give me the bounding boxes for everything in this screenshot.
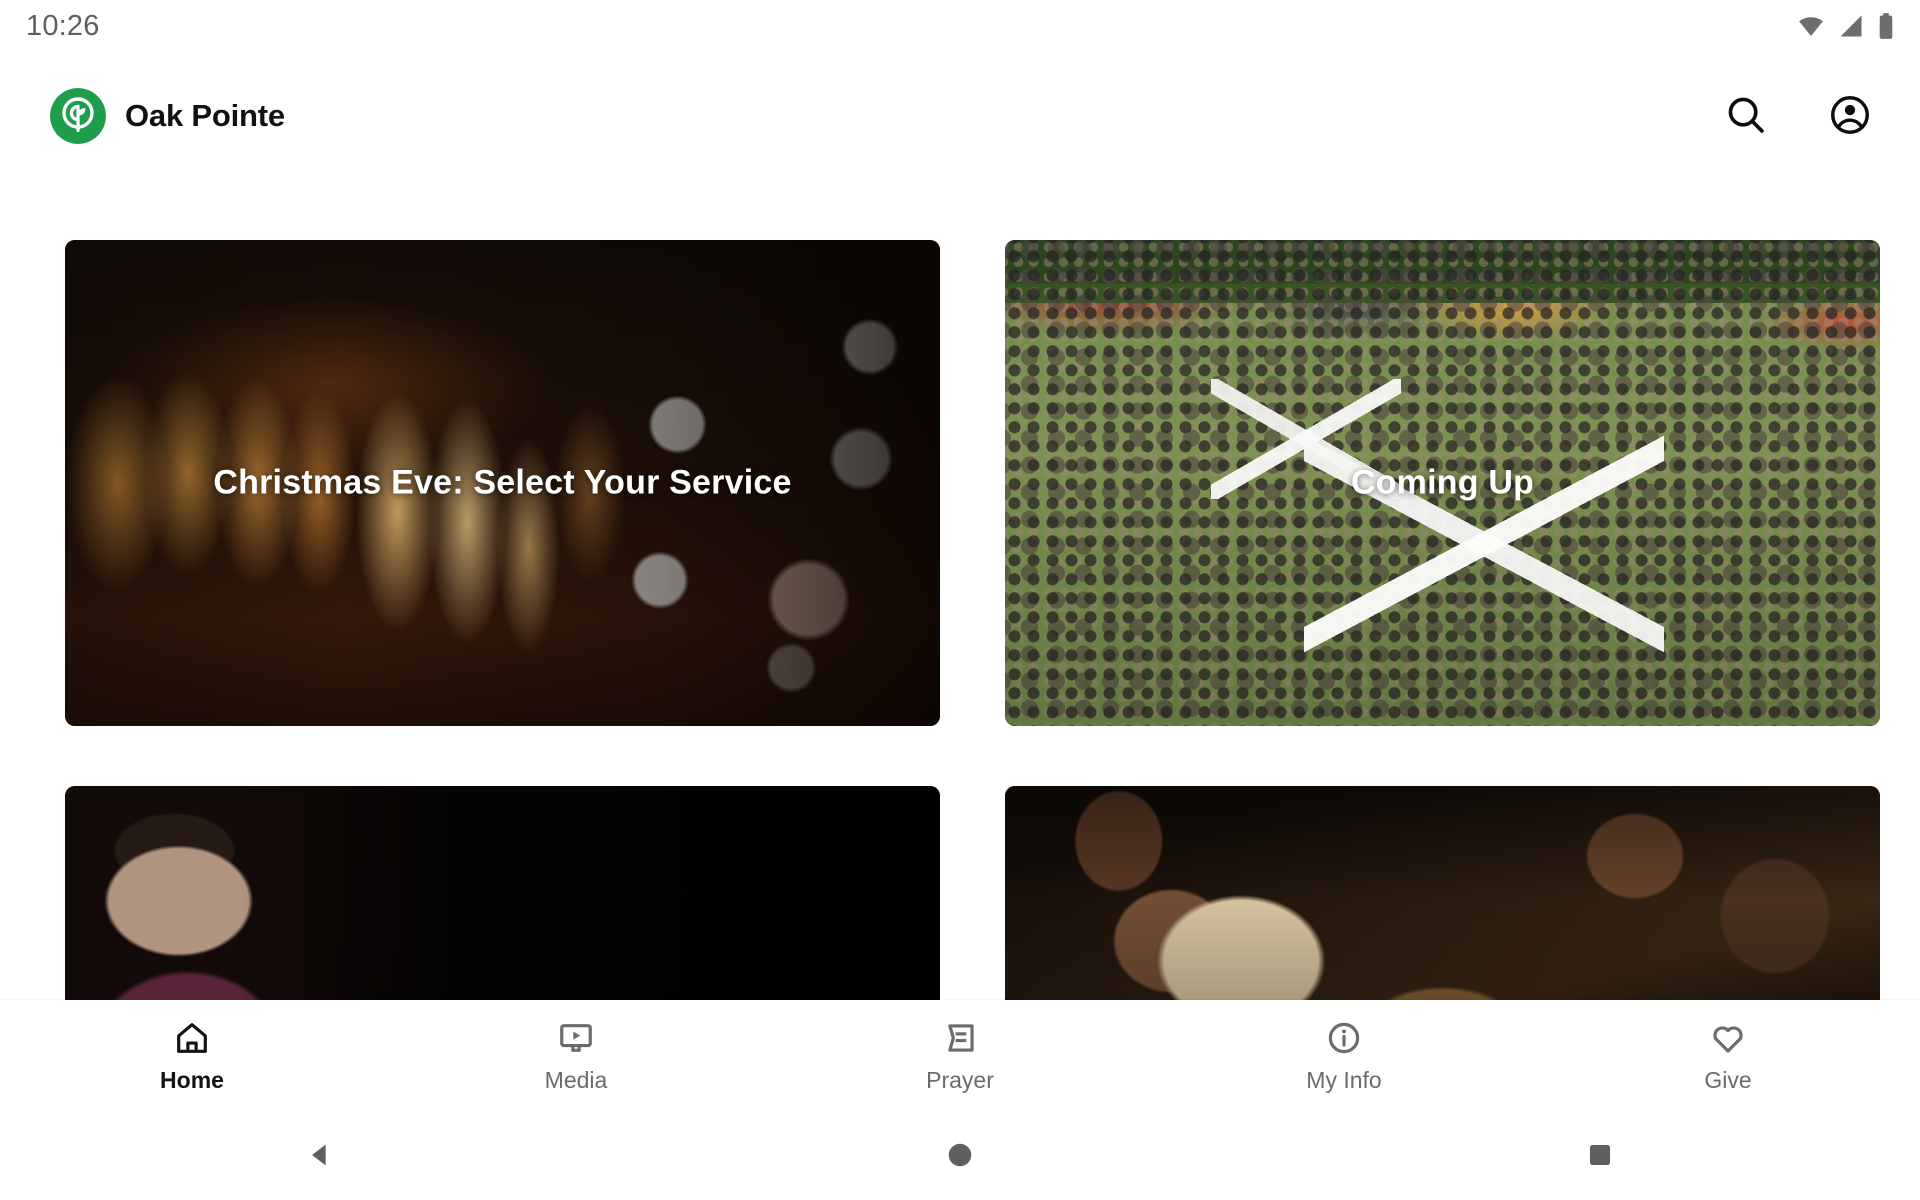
tab-media[interactable]: Media bbox=[384, 1018, 768, 1094]
feed-card-title: Christmas Eve: Select Your Service bbox=[213, 463, 792, 502]
brand-name: Oak Pointe bbox=[125, 98, 285, 133]
tab-label: Home bbox=[160, 1067, 224, 1093]
wifi-icon bbox=[1796, 11, 1826, 41]
triangle-left-icon bbox=[303, 1138, 337, 1175]
bottom-tab-bar: Home Media Prayer My Info Give bbox=[0, 1000, 1920, 1112]
feed-card-speaker[interactable] bbox=[65, 786, 940, 1000]
oak-pointe-logo-icon bbox=[50, 88, 106, 144]
recents-button[interactable] bbox=[1540, 1126, 1660, 1186]
feed-card-congregation[interactable] bbox=[1005, 786, 1880, 1000]
congregation-image bbox=[1005, 786, 1880, 1000]
back-button[interactable] bbox=[260, 1126, 380, 1186]
feed-card-christmas-eve[interactable]: Christmas Eve: Select Your Service bbox=[65, 240, 940, 726]
status-bar-clock: 10:26 bbox=[26, 9, 100, 42]
info-circle-icon bbox=[1324, 1018, 1364, 1058]
app-bar-actions bbox=[1720, 90, 1876, 142]
media-player-icon bbox=[556, 1018, 596, 1058]
battery-icon bbox=[1876, 12, 1896, 40]
status-bar: 10:26 bbox=[0, 0, 1920, 52]
tab-label: Media bbox=[544, 1067, 608, 1093]
search-button[interactable] bbox=[1720, 90, 1772, 142]
feed-card-coming-up[interactable]: Coming Up bbox=[1005, 240, 1880, 726]
tab-my-info[interactable]: My Info bbox=[1152, 1018, 1536, 1094]
tab-label: My Info bbox=[1306, 1067, 1382, 1093]
tab-label: Give bbox=[1704, 1067, 1752, 1093]
circle-icon bbox=[945, 1140, 975, 1173]
brand[interactable]: Oak Pointe bbox=[50, 88, 285, 144]
speaker-image bbox=[65, 786, 940, 1000]
tab-label: Prayer bbox=[926, 1067, 994, 1093]
home-icon bbox=[172, 1018, 212, 1058]
home-button[interactable] bbox=[900, 1126, 1020, 1186]
system-navigation-bar bbox=[0, 1112, 1920, 1200]
feed-card-title: Coming Up bbox=[1350, 463, 1535, 502]
home-feed[interactable]: Christmas Eve: Select Your Service Comin… bbox=[0, 180, 1920, 1000]
app-bar: Oak Pointe bbox=[0, 52, 1920, 180]
prayer-card-icon bbox=[940, 1018, 980, 1058]
cellular-signal-icon bbox=[1837, 12, 1865, 40]
square-icon bbox=[1586, 1141, 1614, 1172]
account-button[interactable] bbox=[1824, 90, 1876, 142]
heart-icon bbox=[1708, 1018, 1748, 1058]
card-grid: Christmas Eve: Select Your Service Comin… bbox=[0, 180, 1920, 1000]
app-screen: 10:26 Oak Pointe Christmas Eve: Select Y… bbox=[0, 0, 1920, 1200]
tab-prayer[interactable]: Prayer bbox=[768, 1018, 1152, 1094]
status-bar-icons bbox=[1796, 11, 1896, 41]
tab-home[interactable]: Home bbox=[0, 1018, 384, 1094]
tab-give[interactable]: Give bbox=[1536, 1018, 1920, 1094]
search-icon bbox=[1723, 92, 1769, 141]
account-icon bbox=[1827, 92, 1873, 141]
